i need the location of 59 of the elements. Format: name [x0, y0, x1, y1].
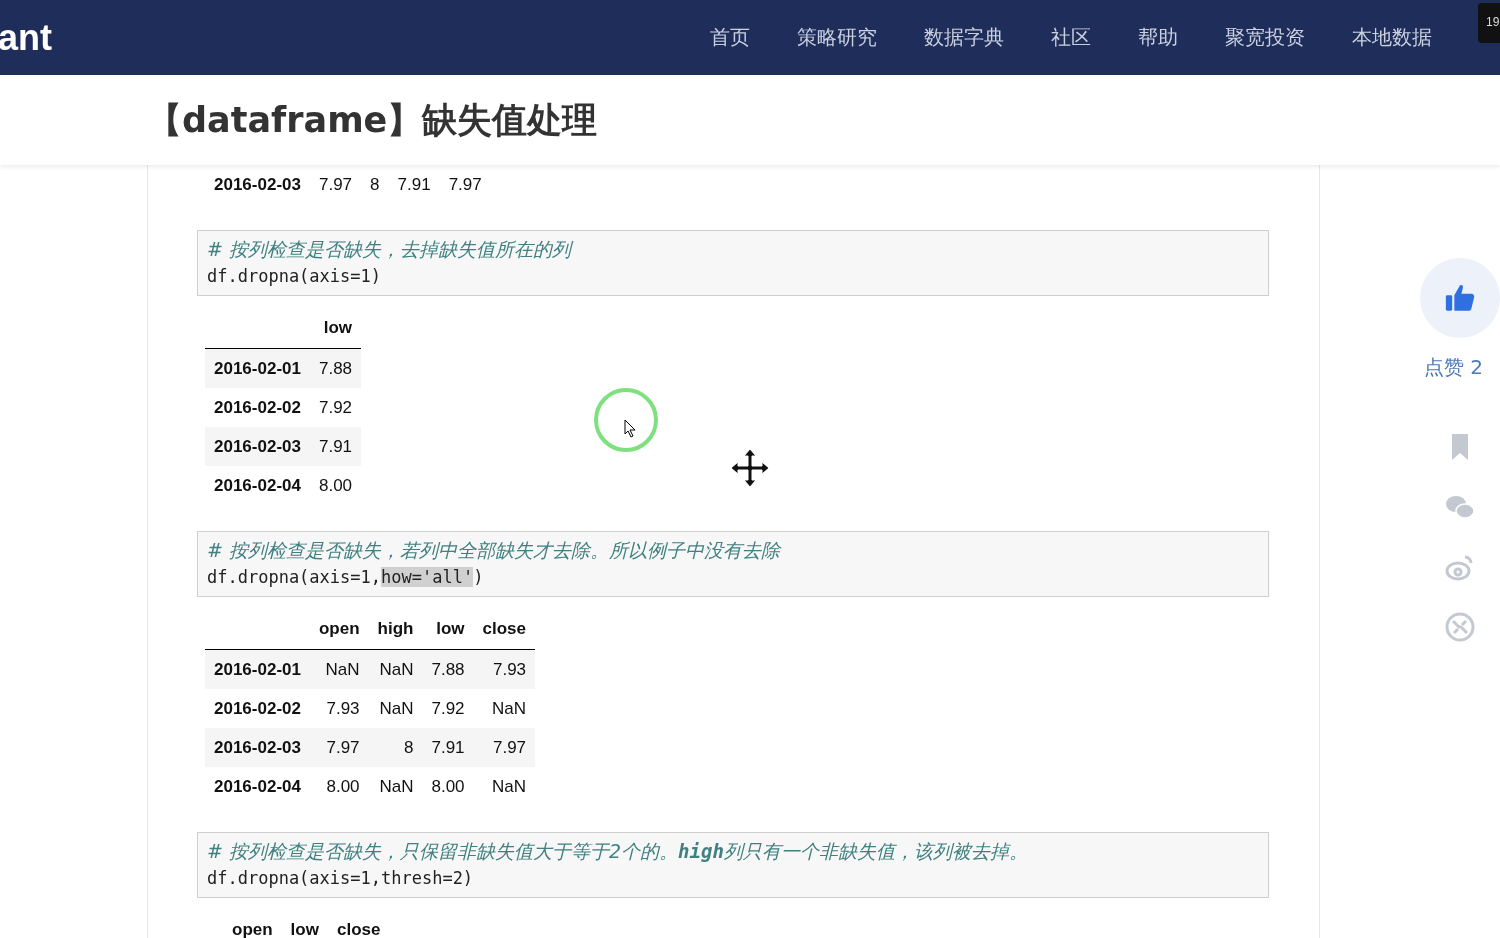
table-cell-text: 8: [369, 173, 381, 196]
table-cell: NaN: [309, 649, 369, 689]
table-cell-text: 7.97: [447, 173, 483, 196]
tooltip-badge: 19: [1478, 3, 1500, 43]
table-cell: 7.91: [422, 728, 474, 767]
column-header: open: [223, 910, 282, 938]
column-header: low: [309, 308, 362, 349]
table-cell: NaN: [368, 767, 423, 806]
column-header: close: [473, 609, 536, 650]
row-index: 2016-02-04: [205, 767, 310, 806]
column-header: close: [327, 910, 390, 938]
table-cell: 7.93: [309, 689, 369, 728]
article-title: 【dataframe】缺失值处理: [147, 98, 598, 142]
row-index: 2016-02-03: [213, 173, 302, 196]
table-cell: 7.88: [422, 649, 474, 689]
table-cell: 8.00: [422, 767, 474, 806]
table-cell: 8: [368, 728, 423, 767]
table-cell: 7.88: [309, 348, 362, 388]
table-cell: NaN: [473, 689, 536, 728]
nav-link[interactable]: 策略研究: [797, 24, 877, 51]
table-cell-text: 7.91: [396, 173, 432, 196]
table-cell: 7.97: [309, 728, 369, 767]
move-cursor-icon: [729, 447, 771, 489]
table-cell: 8.00: [309, 767, 369, 806]
nav-link[interactable]: 社区: [1051, 24, 1091, 51]
code-line: df.dropna(axis=1,how='all'): [207, 567, 485, 587]
row-index: 2016-02-04: [205, 466, 310, 505]
table-cell-text: 7.97: [317, 173, 354, 196]
code-line: df.dropna(axis=1): [207, 266, 382, 286]
table-cell: 7.93: [473, 649, 536, 689]
cursor-highlight: [593, 387, 659, 453]
like-count: 点赞 2: [1424, 354, 1484, 381]
column-header: high: [368, 609, 423, 650]
nav-link[interactable]: 帮助: [1138, 24, 1178, 51]
row-index: 2016-02-03: [205, 728, 310, 767]
row-index: 2016-02-02: [205, 689, 310, 728]
code-line: df.dropna(axis=1,thresh=2): [207, 868, 475, 888]
nav-link[interactable]: 数据字典: [924, 24, 1004, 51]
row-index: 2016-02-03: [205, 427, 310, 466]
code-comment: # 按列检查是否缺失，只保留非缺失值大于等于2个的。high列只有一个非缺失值，该列被去掉。: [207, 839, 1029, 864]
table-cell: NaN: [368, 649, 423, 689]
table-cell: NaN: [473, 767, 536, 806]
column-header: low: [281, 910, 328, 938]
column-header: low: [422, 609, 474, 650]
column-header: open: [309, 609, 369, 650]
table-cell: 7.97: [473, 728, 536, 767]
code-comment: # 按列检查是否缺失，去掉缺失值所在的列: [207, 237, 1259, 263]
table-cell: 7.92: [309, 388, 362, 427]
table-cell: 7.92: [422, 689, 474, 728]
row-index: 2016-02-02: [205, 388, 310, 427]
code-comment: # 按列检查是否缺失，若列中全部缺失才去除。所以例子中没有去除: [207, 538, 783, 563]
nav-link[interactable]: 首页: [710, 24, 750, 51]
nav-link[interactable]: 本地数据: [1352, 24, 1432, 51]
nav-link[interactable]: 聚宽投资: [1225, 24, 1305, 51]
table-cell: NaN: [368, 689, 423, 728]
row-index: 2016-02-01: [205, 649, 310, 689]
row-index: 2016-02-01: [205, 348, 310, 388]
table-cell: 8.00: [309, 466, 362, 505]
table-cell: 7.91: [309, 427, 362, 466]
